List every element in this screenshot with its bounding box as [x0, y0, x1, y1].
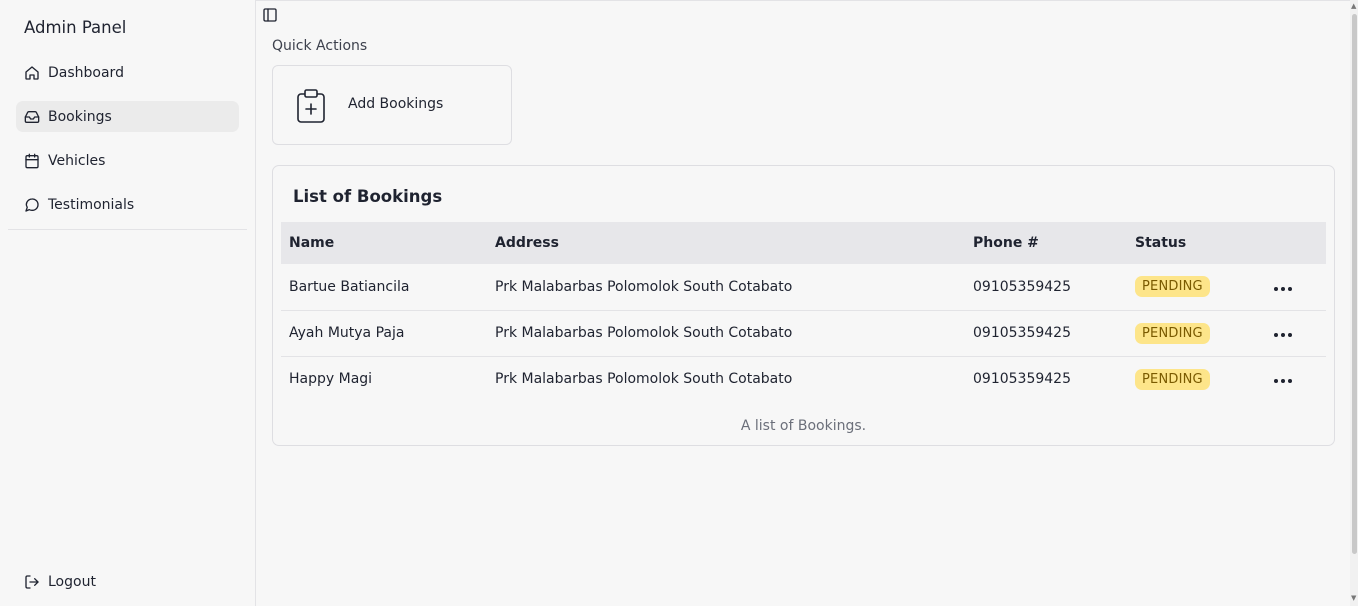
row-actions-button[interactable] [1268, 329, 1298, 341]
table-row: Happy Magi Prk Malabarbas Polomolok Sout… [281, 356, 1326, 402]
more-horizontal-icon [1288, 286, 1292, 291]
sidebar-toggle-button[interactable] [262, 7, 278, 23]
inbox-icon [24, 109, 40, 125]
brand-title: Admin Panel [24, 18, 127, 37]
more-horizontal-icon [1274, 379, 1278, 384]
cell-phone: 09105359425 [973, 278, 1071, 295]
add-bookings-button[interactable]: Add Bookings [272, 65, 512, 145]
logout-icon [24, 574, 40, 590]
cell-address: Prk Malabarbas Polomolok South Cotabato [495, 325, 793, 341]
sidebar-item-label: Bookings [48, 108, 112, 125]
table-header-row: Name Address Phone # Status [281, 222, 1326, 264]
more-horizontal-icon [1281, 286, 1285, 291]
column-header-status: Status [1135, 235, 1187, 251]
cell-phone: 09105359425 [973, 325, 1071, 341]
more-horizontal-icon [1281, 333, 1285, 337]
status-badge: PENDING [1135, 368, 1210, 390]
cell-name: Bartue Batiancila [289, 278, 410, 295]
cell-actions [1260, 310, 1326, 356]
sidebar-item-label: Vehicles [48, 152, 106, 169]
cell-status: PENDING [1127, 356, 1260, 402]
message-circle-icon [24, 197, 40, 213]
scrollbar-thumb[interactable] [1352, 14, 1357, 554]
calendar-icon [24, 153, 40, 169]
column-header-address: Address [495, 235, 559, 251]
more-horizontal-icon [1288, 379, 1292, 384]
more-horizontal-icon [1274, 333, 1278, 337]
table-row: Bartue Batiancila Prk Malabarbas Polomol… [281, 264, 1326, 310]
more-horizontal-icon [1281, 379, 1285, 384]
cell-address: Prk Malabarbas Polomolok South Cotabato [495, 371, 793, 388]
bookings-table: Name Address Phone # Status Bartue Batia… [281, 222, 1326, 402]
cell-name: Happy Magi [289, 371, 373, 388]
row-actions-button[interactable] [1268, 375, 1298, 387]
quick-actions-label: Quick Actions [272, 38, 368, 54]
bookings-title: List of Bookings [293, 187, 443, 206]
cell-status: PENDING [1127, 310, 1260, 356]
logout-button[interactable]: Logout [24, 574, 96, 590]
table-caption: A list of Bookings. [740, 418, 867, 434]
cell-name: Ayah Mutya Paja [289, 325, 405, 341]
scroll-up-icon[interactable]: ▲ [1351, 2, 1356, 10]
sidebar-item-bookings[interactable]: Bookings [16, 101, 239, 132]
cell-phone: 09105359425 [973, 371, 1071, 388]
home-icon [24, 65, 40, 81]
column-header-name: Name [289, 235, 335, 251]
logout-label: Logout [48, 574, 96, 590]
cell-status: PENDING [1127, 264, 1260, 310]
more-horizontal-icon [1274, 286, 1278, 291]
cell-actions [1260, 264, 1326, 310]
table-row: Ayah Mutya Paja Prk Malabarbas Polomolok… [281, 310, 1326, 356]
cell-actions [1260, 356, 1326, 402]
sidebar-item-label: Testimonials [48, 196, 135, 213]
column-header-phone: Phone # [973, 235, 1039, 251]
sidebar-item-vehicles[interactable]: Vehicles [16, 145, 239, 176]
more-horizontal-icon [1288, 333, 1292, 337]
panel-left-icon [262, 8, 278, 27]
add-bookings-label: Add Bookings [348, 96, 444, 112]
sidebar-item-testimonials[interactable]: Testimonials [16, 189, 239, 220]
status-badge: PENDING [1135, 322, 1210, 344]
row-actions-button[interactable] [1268, 283, 1298, 295]
bookings-card: List of Bookings Name Address Phone # St… [272, 165, 1335, 446]
status-badge: PENDING [1135, 276, 1210, 298]
cell-address: Prk Malabarbas Polomolok South Cotabato [495, 278, 793, 295]
sidebar-item-dashboard[interactable]: Dashboard [16, 57, 239, 88]
column-header-actions [1260, 222, 1326, 264]
sidebar-divider [8, 229, 247, 230]
sidebar: Admin Panel Dashboard Bookings Vehicles … [0, 0, 256, 606]
sidebar-item-label: Dashboard [48, 64, 124, 81]
header-divider [256, 0, 1358, 1]
clipboard-plus-icon [296, 89, 326, 123]
scroll-down-icon[interactable]: ▼ [1351, 594, 1356, 602]
